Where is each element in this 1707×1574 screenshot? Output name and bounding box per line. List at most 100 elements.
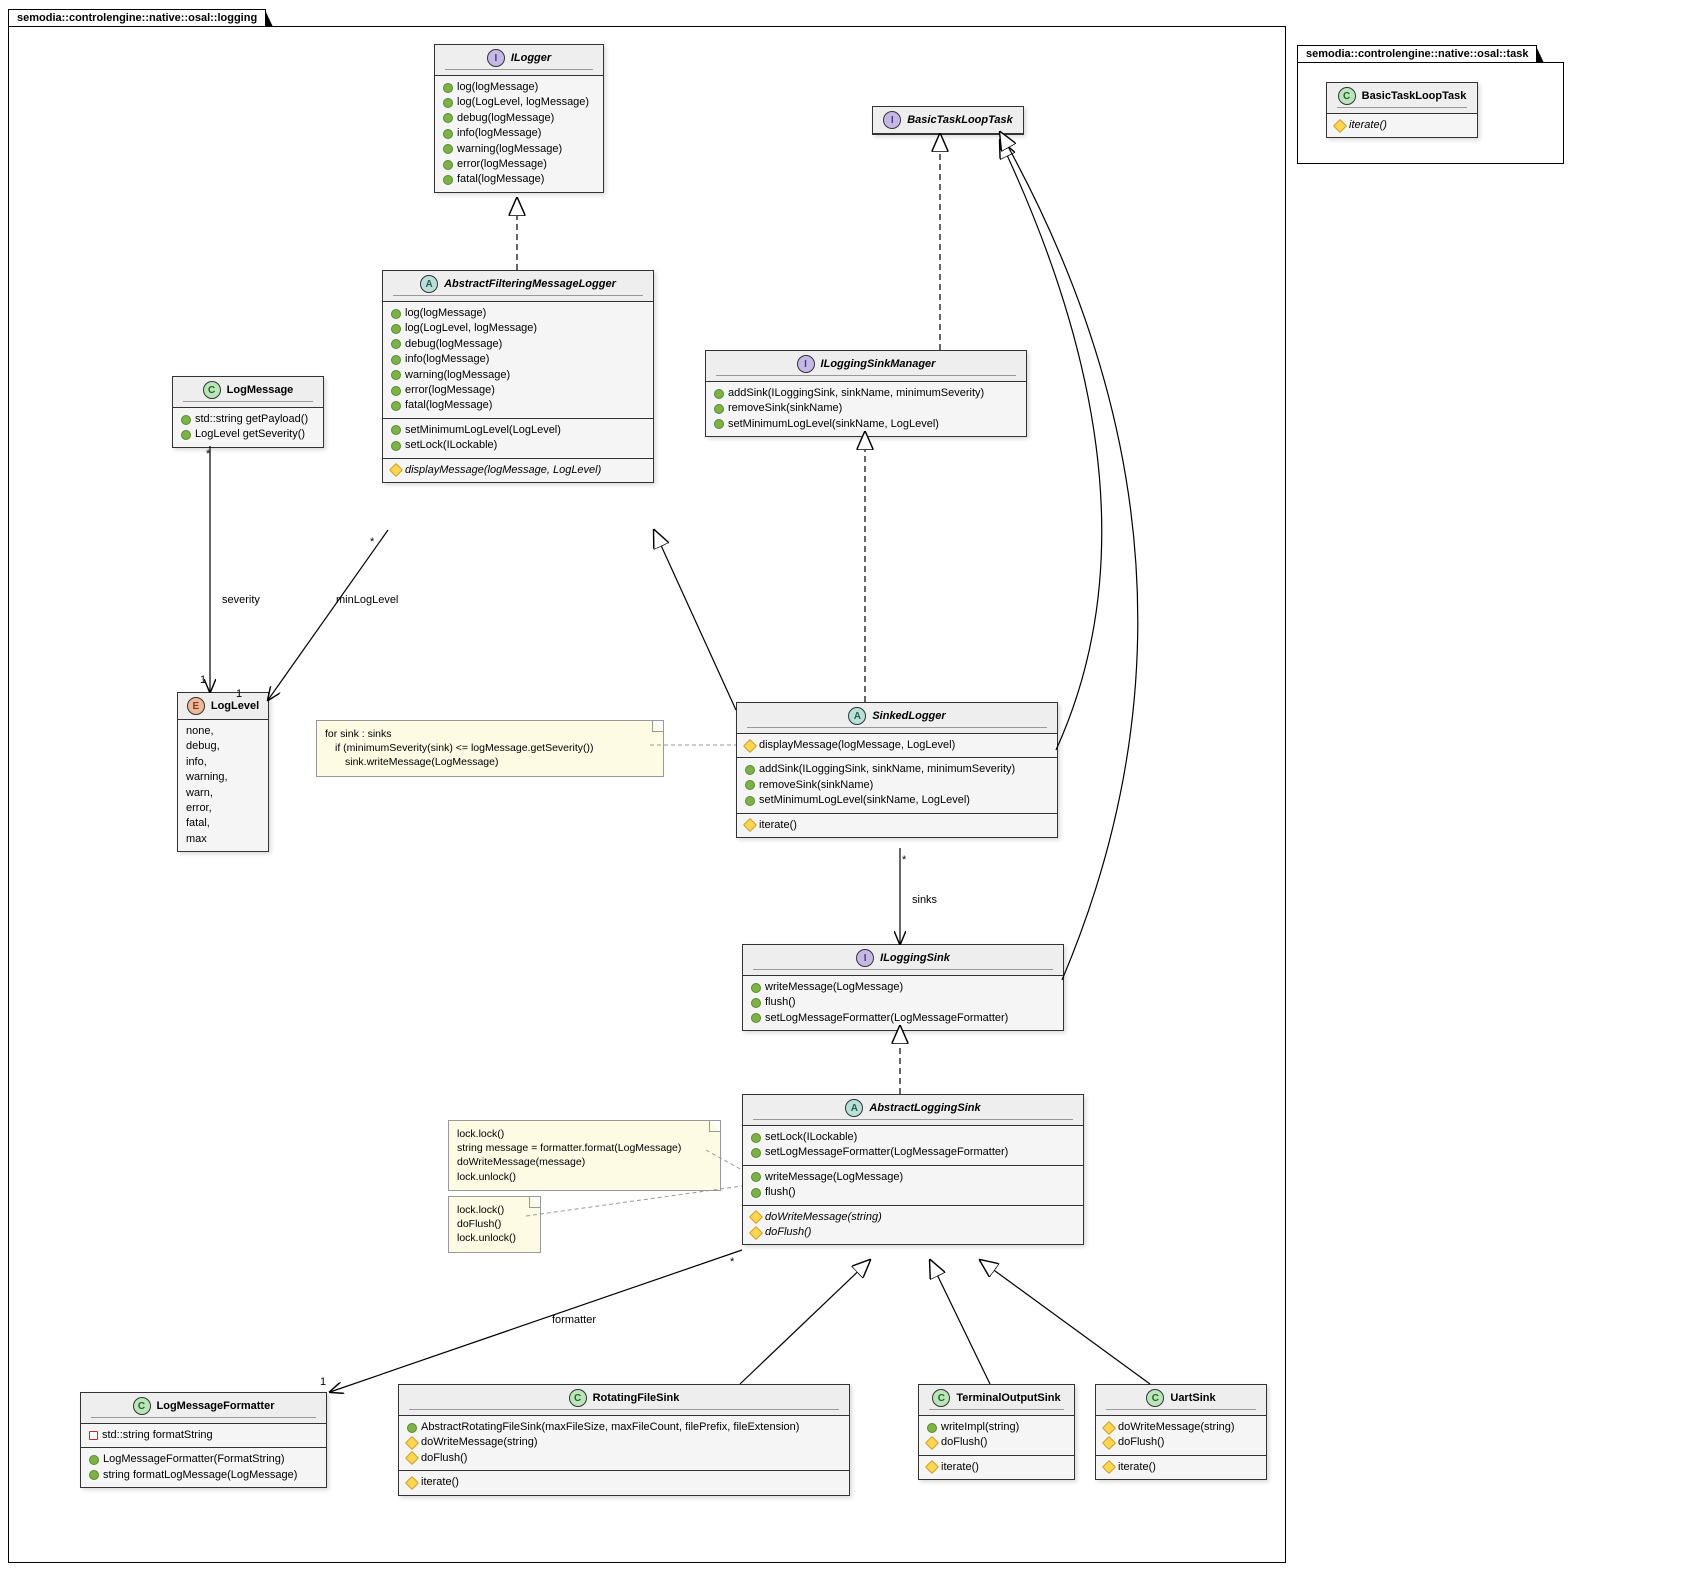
literal: error, (186, 801, 212, 816)
class-RotatingFileSink: C RotatingFileSink AbstractRotatingFileS… (398, 1384, 850, 1496)
method: log(logMessage) (457, 80, 538, 95)
mult-1c: 1 (320, 1376, 326, 1388)
method: setLogMessageFormatter(LogMessageFormatt… (765, 1145, 1008, 1160)
mult-star-a: * (206, 448, 210, 460)
method: error(logMessage) (405, 383, 495, 398)
class-icon: C (133, 1397, 151, 1415)
method: doFlush() (941, 1435, 987, 1450)
class-title: LogMessageFormatter (157, 1400, 275, 1412)
class-AbstractFilteringMessageLogger: A AbstractFilteringMessageLogger log(log… (382, 270, 654, 483)
class-title: BasicTaskLoopTask (907, 114, 1013, 126)
mult-1b: 1 (236, 688, 242, 700)
method: doFlush() (1118, 1435, 1164, 1450)
note-line: for sink : sinks (325, 727, 655, 741)
method: addSink(ILoggingSink, sinkName, minimumS… (728, 386, 984, 401)
method: debug(logMessage) (457, 111, 554, 126)
label-minLogLevel: minLogLevel (336, 594, 398, 606)
class-ILogger: I ILogger log(logMessage) log(LogLevel, … (434, 44, 604, 193)
class-BasicTaskLoopTask-I: I BasicTaskLoopTask (872, 106, 1024, 135)
method: std::string getPayload() (195, 412, 308, 427)
interface-icon: I (856, 949, 874, 967)
note-line: lock.lock() (457, 1127, 712, 1141)
abstract-icon: A (845, 1099, 863, 1117)
method: writeMessage(LogMessage) (765, 980, 903, 995)
note-line: string message = formatter.format(LogMes… (457, 1141, 712, 1155)
interface-icon: I (883, 111, 901, 129)
method: info(logMessage) (457, 126, 541, 141)
method: removeSink(sinkName) (759, 778, 873, 793)
method: error(logMessage) (457, 157, 547, 172)
class-title: AbstractFilteringMessageLogger (444, 278, 616, 290)
method: setLogMessageFormatter(LogMessageFormatt… (765, 1011, 1008, 1026)
method: writeImpl(string) (941, 1420, 1019, 1435)
mult-star-b: * (370, 536, 374, 548)
class-icon: C (569, 1389, 587, 1407)
method: doFlush() (421, 1451, 467, 1466)
package-task-name: semodia::controlengine::native::osal::ta… (1306, 48, 1528, 60)
note-writeMessage: lock.lock() string message = formatter.f… (448, 1120, 721, 1191)
method: setMinimumLogLevel(sinkName, LogLevel) (759, 793, 970, 808)
class-icon: C (1146, 1389, 1164, 1407)
method: iterate() (1349, 118, 1387, 133)
method: iterate() (421, 1475, 459, 1490)
abstract-icon: A (420, 275, 438, 293)
mult-star-c: * (902, 854, 906, 866)
label-formatter: formatter (552, 1314, 596, 1326)
note-sinkedlogger: for sink : sinks if (minimumSeverity(sin… (316, 720, 664, 777)
interface-icon: I (797, 355, 815, 373)
note-line: doWriteMessage(message) (457, 1155, 712, 1169)
class-LogMessageFormatter: C LogMessageFormatter std::string format… (80, 1392, 327, 1488)
method: flush() (765, 995, 796, 1010)
method: writeMessage(LogMessage) (765, 1170, 903, 1185)
interface-icon: I (487, 49, 505, 67)
class-title: BasicTaskLoopTask (1362, 90, 1467, 102)
method: LogMessageFormatter(FormatString) (103, 1452, 285, 1467)
note-line: lock.lock() (457, 1203, 532, 1217)
method: iterate() (941, 1460, 979, 1475)
method: iterate() (1118, 1460, 1156, 1475)
class-ILoggingSinkManager: I ILoggingSinkManager addSink(ILoggingSi… (705, 350, 1027, 437)
class-UartSink: C UartSink doWriteMessage(string) doFlus… (1095, 1384, 1267, 1480)
method: displayMessage(logMessage, LogLevel) (405, 463, 601, 478)
class-title: UartSink (1170, 1392, 1215, 1404)
method: flush() (765, 1185, 796, 1200)
literal: fatal, (186, 816, 210, 831)
class-title: AbstractLoggingSink (869, 1102, 980, 1114)
class-ILoggingSink: I ILoggingSink writeMessage(LogMessage) … (742, 944, 1064, 1031)
label-severity: severity (222, 594, 260, 606)
method: AbstractRotatingFileSink(maxFileSize, ma… (421, 1420, 799, 1435)
method: debug(logMessage) (405, 337, 502, 352)
method: iterate() (759, 818, 797, 833)
method: log(LogLevel, logMessage) (405, 321, 537, 336)
method: log(LogLevel, logMessage) (457, 95, 589, 110)
method: warning(logMessage) (457, 142, 562, 157)
enum-LogLevel: E LogLevel none, debug, info, warning, w… (177, 692, 269, 852)
note-flush: lock.lock() doFlush() lock.unlock() (448, 1196, 541, 1253)
method: setLock(ILockable) (765, 1130, 857, 1145)
method: fatal(logMessage) (457, 172, 544, 187)
literal: info, (186, 755, 207, 770)
class-LogMessage: C LogMessage std::string getPayload() Lo… (172, 376, 324, 448)
method: doWriteMessage(string) (1118, 1420, 1235, 1435)
method: string formatLogMessage(LogMessage) (103, 1468, 297, 1483)
method: log(logMessage) (405, 306, 486, 321)
note-line: lock.unlock() (457, 1231, 532, 1245)
class-title: LogMessage (227, 384, 294, 396)
method: doFlush() (765, 1225, 811, 1240)
class-icon: C (203, 381, 221, 399)
method: doWriteMessage(string) (421, 1435, 538, 1450)
class-title: LogLevel (211, 700, 259, 712)
abstract-icon: A (848, 707, 866, 725)
note-line: lock.unlock() (457, 1170, 712, 1184)
class-BasicTaskLoopTask-C: C BasicTaskLoopTask iterate() (1326, 82, 1478, 138)
method: setMinimumLogLevel(sinkName, LogLevel) (728, 417, 939, 432)
literal: debug, (186, 739, 220, 754)
class-SinkedLogger: A SinkedLogger displayMessage(logMessage… (736, 702, 1058, 838)
package-logging-name: semodia::controlengine::native::osal::lo… (17, 12, 257, 24)
method: LogLevel getSeverity() (195, 427, 305, 442)
class-title: TerminalOutputSink (956, 1392, 1060, 1404)
note-line: sink.writeMessage(LogMessage) (325, 755, 655, 769)
class-title: SinkedLogger (872, 710, 945, 722)
method: addSink(ILoggingSink, sinkName, minimumS… (759, 762, 1015, 777)
class-AbstractLoggingSink: A AbstractLoggingSink setLock(ILockable)… (742, 1094, 1084, 1245)
